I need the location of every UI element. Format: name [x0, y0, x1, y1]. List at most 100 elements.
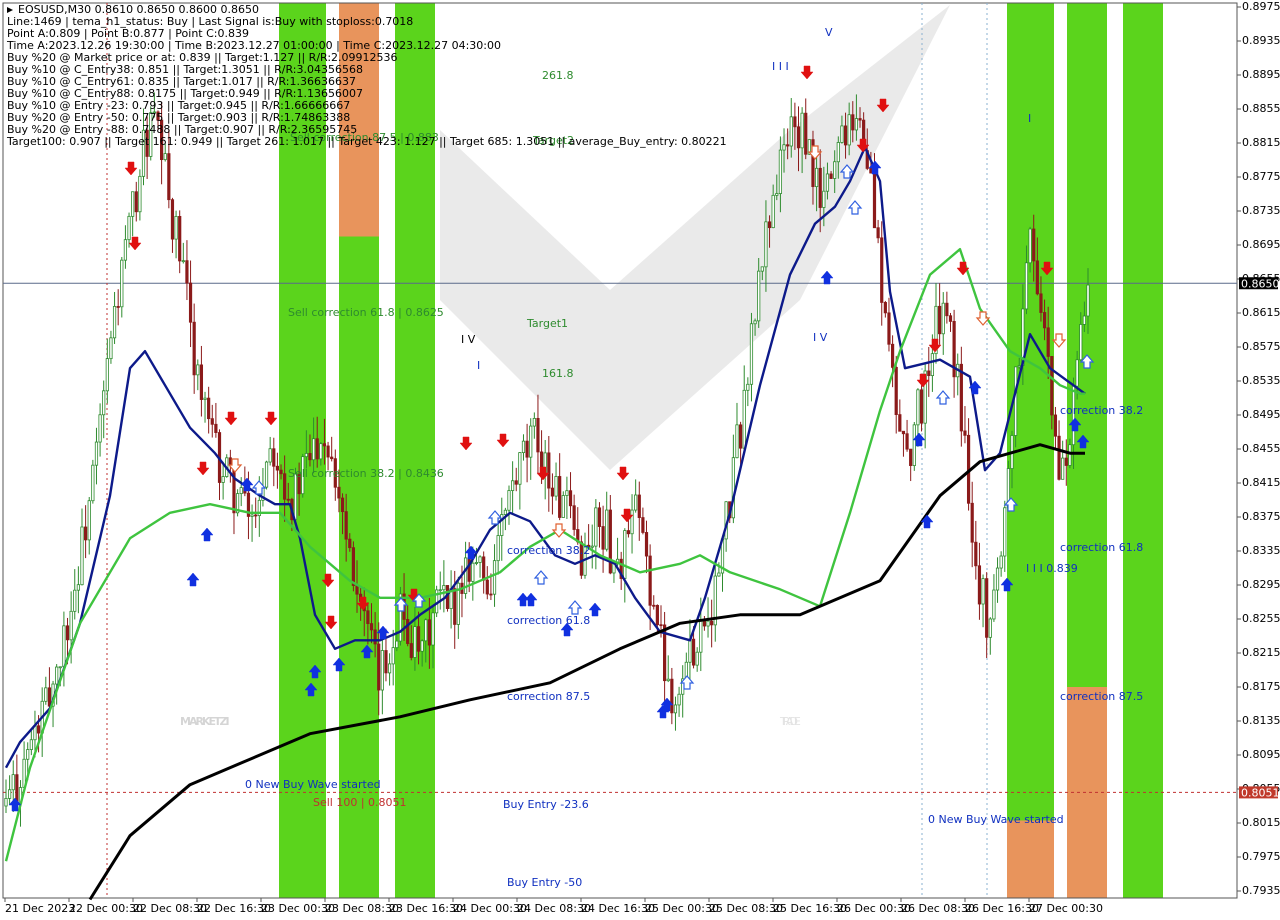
candle-body: [94, 441, 99, 466]
buy-entry-236-label: Buy Entry -23.6: [503, 798, 589, 811]
candle-body: [109, 337, 113, 360]
candle-body: [717, 572, 721, 577]
candle-body: [105, 358, 109, 392]
candle-body: [420, 640, 424, 652]
candle-body: [319, 443, 323, 460]
candle-body: [536, 417, 540, 453]
candle-body: [1053, 414, 1058, 437]
y-tick-label: 0.8575: [1242, 340, 1280, 353]
x-tick-label: 23 Dec 16:30: [389, 902, 463, 915]
candle-body: [369, 623, 374, 631]
candle-body: [912, 424, 916, 466]
candle-body: [1050, 356, 1054, 416]
x-tick-label: 25 Dec 08:30: [709, 902, 783, 915]
candle-body: [163, 153, 167, 161]
chart-root: MARKETZI TRADE 0.8975 0.8935 0.8895 0.8855 0.8…: [0, 0, 1280, 920]
candle-body: [73, 589, 77, 612]
x-tick-label: 23 Dec 00:30: [261, 902, 335, 915]
candle-body: [210, 418, 214, 425]
candle-body: [746, 383, 750, 391]
candle-body: [181, 260, 185, 263]
candle-body: [521, 440, 526, 454]
candle-body: [843, 125, 848, 146]
fib-1618-label: 161.8: [542, 367, 574, 380]
candle-body: [796, 126, 801, 149]
candle-body: [851, 114, 855, 131]
y-tick-label: 0.8015: [1242, 816, 1280, 829]
watermark-text-left: MARKETZI: [180, 715, 229, 728]
candle-body: [1086, 284, 1090, 317]
y-tick-label: 0.8535: [1242, 374, 1280, 387]
candle-body: [836, 142, 840, 163]
candle-body: [228, 457, 232, 465]
candle-body: [1017, 365, 1021, 368]
candle-body: [87, 500, 91, 541]
candle-body: [959, 363, 963, 432]
candle-body: [565, 490, 569, 496]
candle-body: [876, 227, 880, 239]
y-tick-label: 0.8895: [1242, 68, 1280, 81]
candle-body: [1003, 507, 1007, 557]
candle-body: [337, 486, 341, 499]
candle-body: [641, 517, 645, 533]
candle-body: [514, 480, 518, 485]
candle-body: [858, 118, 862, 121]
candle-body: [283, 473, 287, 500]
candle-body: [471, 562, 475, 582]
candle-body: [366, 610, 370, 624]
y-tick-label: 0.8375: [1242, 510, 1280, 523]
candle-body: [659, 624, 663, 627]
fib-2618-label: 261.8: [542, 69, 574, 82]
candle-body: [894, 366, 898, 416]
correction-875-right-label: correction 87.5: [1060, 690, 1143, 703]
correction-618-right-label: correction 61.8: [1060, 541, 1143, 554]
wave-i-left-label: I: [477, 359, 480, 372]
candle-body: [775, 193, 779, 196]
x-tick-label: 24 Dec 00:30: [453, 902, 527, 915]
candle-body: [673, 704, 678, 714]
candle-body: [413, 626, 417, 658]
candle-body: [1057, 435, 1061, 480]
candle-body: [608, 509, 612, 574]
correction-618-mid-label: correction 61.8: [507, 614, 590, 627]
x-tick-label: 26 Dec 00:30: [837, 902, 911, 915]
candle-body: [1042, 312, 1047, 329]
candle-body: [970, 502, 974, 543]
candle-body: [626, 530, 631, 535]
sell-correction-382-label: Sell correction 38.2 | 0.8436: [288, 467, 444, 480]
candle-body: [221, 476, 225, 483]
candle-body: [4, 798, 8, 807]
candle-body: [1079, 324, 1083, 361]
price-chart[interactable]: MARKETZI TRADE0.89750.89350.88950.88550.8…: [0, 0, 1280, 920]
candle-body: [1035, 260, 1039, 295]
wave-iii-top-label: I I I: [772, 60, 789, 73]
candle-body: [829, 173, 833, 179]
candle-body: [55, 666, 59, 685]
x-tick-label: 26 Dec 16:30: [965, 902, 1039, 915]
candle-body: [518, 452, 522, 485]
x-tick-label: 25 Dec 00:30: [645, 902, 719, 915]
y-tick-label: 0.8495: [1242, 408, 1280, 421]
candle-body: [178, 216, 182, 262]
candle-body: [29, 739, 33, 750]
candle-body: [847, 114, 851, 146]
x-tick-label: 21 Dec 2023: [5, 902, 75, 915]
candle-body: [120, 259, 124, 308]
candle-body: [431, 612, 435, 646]
candle-body: [304, 453, 308, 458]
candle-body: [1082, 315, 1086, 325]
candle-body: [355, 585, 359, 595]
info-line: Target100: 0.907 || Target 161: 0.949 ||…: [6, 135, 727, 148]
candle-body: [778, 149, 783, 194]
candle-body: [883, 302, 887, 314]
candle-body: [597, 507, 602, 527]
candle-body: [981, 578, 985, 605]
y-tick-label: 0.7975: [1242, 850, 1280, 863]
candle-body: [1075, 359, 1079, 387]
candle-body: [1061, 457, 1065, 480]
candle-body: [666, 678, 670, 682]
candle-body: [427, 619, 431, 646]
candle-body: [706, 620, 710, 627]
candle-body: [65, 625, 70, 641]
candle-body: [131, 191, 135, 217]
